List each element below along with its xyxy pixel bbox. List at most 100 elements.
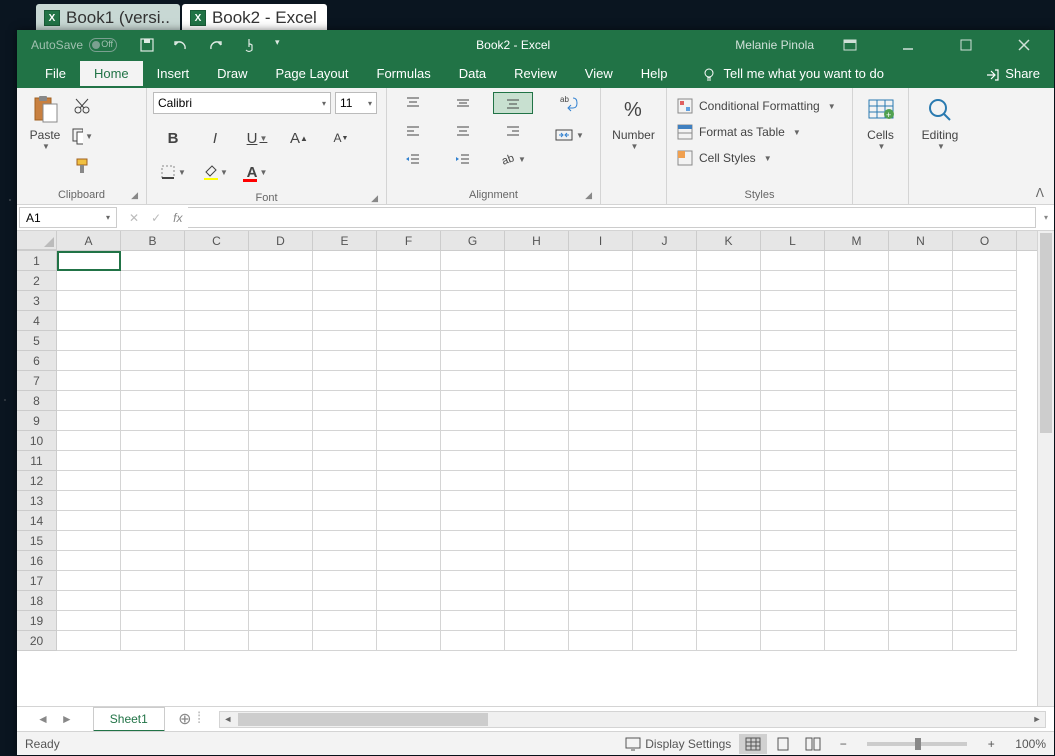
cell-N3[interactable] [889,291,953,311]
row-header-18[interactable]: 18 [17,591,57,611]
cell-J13[interactable] [633,491,697,511]
zoom-slider[interactable] [867,742,967,746]
cell-N7[interactable] [889,371,953,391]
row-header-6[interactable]: 6 [17,351,57,371]
cell-C5[interactable] [185,331,249,351]
cell-M19[interactable] [825,611,889,631]
cell-K17[interactable] [697,571,761,591]
cell-E12[interactable] [313,471,377,491]
cell-M20[interactable] [825,631,889,651]
cell-F5[interactable] [377,331,441,351]
cell-L7[interactable] [761,371,825,391]
cell-K1[interactable] [697,251,761,271]
cell-A5[interactable] [57,331,121,351]
row-header-10[interactable]: 10 [17,431,57,451]
cell-I19[interactable] [569,611,633,631]
cell-A6[interactable] [57,351,121,371]
cell-M3[interactable] [825,291,889,311]
cell-M15[interactable] [825,531,889,551]
cell-I15[interactable] [569,531,633,551]
dialog-launcher-icon[interactable]: ◢ [585,190,592,201]
font-size-select[interactable]: 11▾ [335,92,377,114]
cell-I10[interactable] [569,431,633,451]
column-header-C[interactable]: C [185,231,249,250]
cell-D18[interactable] [249,591,313,611]
cell-D4[interactable] [249,311,313,331]
row-header-12[interactable]: 12 [17,471,57,491]
cell-G6[interactable] [441,351,505,371]
cell-H13[interactable] [505,491,569,511]
cell-I2[interactable] [569,271,633,291]
cell-C10[interactable] [185,431,249,451]
cell-I9[interactable] [569,411,633,431]
cell-A9[interactable] [57,411,121,431]
tab-draw[interactable]: Draw [203,61,261,86]
tab-insert[interactable]: Insert [143,61,204,86]
cell-N15[interactable] [889,531,953,551]
cell-E15[interactable] [313,531,377,551]
cell-N1[interactable] [889,251,953,271]
cell-E9[interactable] [313,411,377,431]
cell-J20[interactable] [633,631,697,651]
tab-formulas[interactable]: Formulas [363,61,445,86]
sheet-nav-prev-icon[interactable]: ◄ [37,712,49,726]
cell-C16[interactable] [185,551,249,571]
row-header-3[interactable]: 3 [17,291,57,311]
cell-F20[interactable] [377,631,441,651]
orientation-button[interactable]: ab▼ [493,148,533,170]
cell-E1[interactable] [313,251,377,271]
cell-D3[interactable] [249,291,313,311]
cell-A10[interactable] [57,431,121,451]
cell-L8[interactable] [761,391,825,411]
cell-I14[interactable] [569,511,633,531]
column-header-B[interactable]: B [121,231,185,250]
cell-E20[interactable] [313,631,377,651]
cell-E14[interactable] [313,511,377,531]
cell-B13[interactable] [121,491,185,511]
cell-O3[interactable] [953,291,1017,311]
cell-J16[interactable] [633,551,697,571]
cell-D10[interactable] [249,431,313,451]
cell-I11[interactable] [569,451,633,471]
cell-I3[interactable] [569,291,633,311]
cell-L11[interactable] [761,451,825,471]
cell-M18[interactable] [825,591,889,611]
cell-A13[interactable] [57,491,121,511]
column-header-F[interactable]: F [377,231,441,250]
cell-D20[interactable] [249,631,313,651]
cell-K11[interactable] [697,451,761,471]
decrease-indent-button[interactable] [393,148,433,170]
cell-J15[interactable] [633,531,697,551]
wrap-text-button[interactable]: ab [549,92,589,114]
cell-B5[interactable] [121,331,185,351]
cell-O15[interactable] [953,531,1017,551]
cell-G19[interactable] [441,611,505,631]
cell-H9[interactable] [505,411,569,431]
column-header-H[interactable]: H [505,231,569,250]
row-header-14[interactable]: 14 [17,511,57,531]
dialog-launcher-icon[interactable]: ◢ [371,193,378,204]
cell-J14[interactable] [633,511,697,531]
save-icon[interactable] [139,37,155,53]
cell-C18[interactable] [185,591,249,611]
cell-B7[interactable] [121,371,185,391]
add-sheet-button[interactable]: ⊕ [173,707,197,731]
zoom-out-button[interactable]: − [829,734,857,754]
cell-I12[interactable] [569,471,633,491]
zoom-level[interactable]: 100% [1015,737,1046,751]
cell-H14[interactable] [505,511,569,531]
cell-D11[interactable] [249,451,313,471]
cell-L9[interactable] [761,411,825,431]
cell-C3[interactable] [185,291,249,311]
cell-C8[interactable] [185,391,249,411]
cell-M7[interactable] [825,371,889,391]
cell-O1[interactable] [953,251,1017,271]
cell-H12[interactable] [505,471,569,491]
cell-C20[interactable] [185,631,249,651]
italic-button[interactable]: I [195,126,235,150]
row-header-7[interactable]: 7 [17,371,57,391]
align-right-button[interactable] [493,120,533,142]
column-header-O[interactable]: O [953,231,1017,250]
cell-B1[interactable] [121,251,185,271]
cell-E6[interactable] [313,351,377,371]
